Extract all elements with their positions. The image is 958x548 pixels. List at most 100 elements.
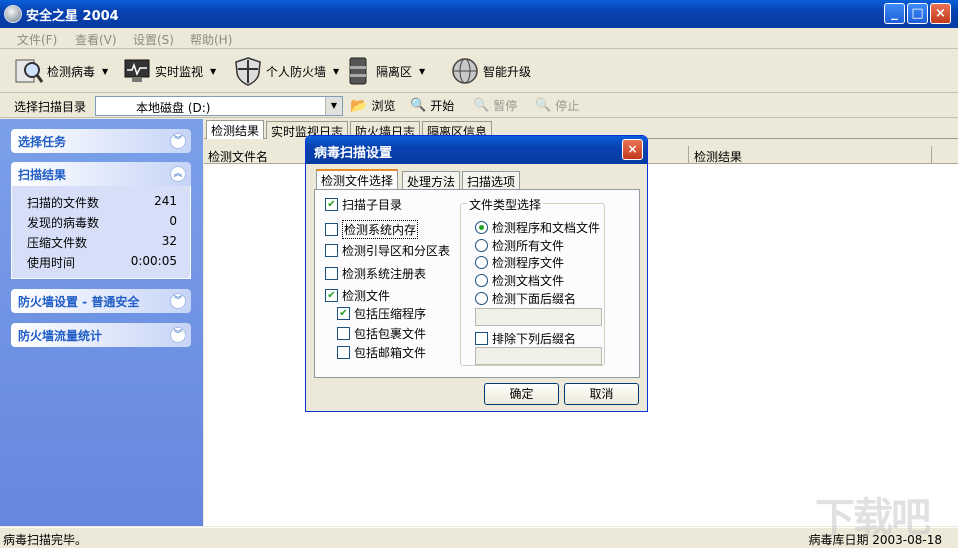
scan-bar: 选择扫描目录 本地磁盘 (D:) ▼ 📂 浏览 🔍 开始 🔍 暂停 🔍 停止 bbox=[0, 94, 958, 118]
chevron-down-icon[interactable]: ︾ bbox=[170, 293, 186, 309]
radio-dot bbox=[475, 221, 488, 234]
zip-label: 包括压缩程序 bbox=[354, 307, 427, 321]
column-divider[interactable] bbox=[688, 146, 689, 164]
custom-ext-input[interactable] bbox=[475, 308, 602, 326]
firewall-section-header[interactable]: 防火墙设置 - 普通安全 ︾ bbox=[11, 289, 191, 313]
pause-label: 暂停 bbox=[493, 99, 518, 113]
boot-checkbox[interactable]: 检测引导区和分区表 bbox=[325, 242, 450, 259]
chevron-down-icon[interactable]: ▼ bbox=[102, 67, 108, 76]
exclude-ext-checkbox[interactable]: 排除下列后缀名 bbox=[475, 330, 576, 347]
menu-view[interactable]: 查看(V) bbox=[75, 31, 117, 48]
menu-settings[interactable]: 设置(S) bbox=[133, 31, 174, 48]
start-button[interactable]: 🔍 开始 bbox=[410, 97, 454, 114]
registry-checkbox[interactable]: 检测系统注册表 bbox=[325, 265, 426, 282]
realtime-monitor-button[interactable]: 实时监视 ▼ bbox=[122, 54, 216, 88]
radio-dot bbox=[475, 239, 488, 252]
chevron-up-icon[interactable]: ︽ bbox=[170, 166, 186, 182]
minimize-button[interactable]: _ bbox=[884, 3, 905, 24]
results-section-header[interactable]: 扫描结果 ︽ bbox=[11, 162, 191, 186]
window-title: 安全之星 2004 bbox=[26, 9, 119, 24]
chevron-down-icon[interactable]: ▼ bbox=[210, 67, 216, 76]
scan-dir-label: 选择扫描目录 bbox=[14, 100, 87, 114]
checkbox-box bbox=[475, 332, 488, 345]
scan-dir-select[interactable]: 本地磁盘 (D:) ▼ bbox=[95, 96, 343, 116]
globe-icon bbox=[452, 58, 478, 84]
chevron-down-icon[interactable]: ▼ bbox=[333, 67, 339, 76]
title-bar: 安全之星 2004 _ □ × bbox=[0, 0, 958, 28]
task-section-header[interactable]: 选择任务 ︾ bbox=[11, 129, 191, 153]
files-checkbox[interactable]: ✔ 检测文件 bbox=[325, 287, 390, 304]
col-result[interactable]: 检测结果 bbox=[694, 148, 742, 165]
search-icon: 🔍 bbox=[473, 98, 490, 113]
menu-file[interactable]: 文件(F) bbox=[17, 31, 57, 48]
quarantine-label: 隔离区 bbox=[376, 64, 413, 79]
chevron-down-icon[interactable]: ︾ bbox=[170, 327, 186, 343]
memory-label: 检测系统内存 bbox=[342, 220, 419, 239]
upgrade-button[interactable]: 智能升级 bbox=[450, 54, 531, 88]
checkbox-box bbox=[325, 244, 338, 257]
menu-help[interactable]: 帮助(H) bbox=[190, 31, 232, 48]
tab-scan-options[interactable]: 扫描选项 bbox=[462, 171, 521, 189]
browse-button[interactable]: 📂 浏览 bbox=[350, 97, 395, 114]
stat-value: 0 bbox=[169, 214, 177, 228]
quarantine-button[interactable]: 隔离区 ▼ bbox=[343, 54, 425, 88]
cancel-button[interactable]: 取消 bbox=[564, 383, 639, 405]
zip-checkbox[interactable]: ✔ 包括压缩程序 bbox=[337, 305, 426, 322]
dialog-close-button[interactable]: × bbox=[622, 139, 643, 160]
maximize-button[interactable]: □ bbox=[907, 3, 928, 24]
firewall-button[interactable]: 个人防火墙 ▼ bbox=[233, 54, 339, 88]
radio-custom-ext[interactable]: 检测下面后缀名 bbox=[475, 290, 576, 307]
checkmark-icon: ✔ bbox=[325, 289, 338, 302]
checkbox-box bbox=[337, 346, 350, 359]
checkmark-icon: ✔ bbox=[337, 307, 350, 320]
registry-label: 检测系统注册表 bbox=[342, 267, 427, 281]
checkbox-box bbox=[325, 267, 338, 280]
subdir-label: 扫描子目录 bbox=[342, 198, 403, 212]
folder-open-icon: 📂 bbox=[350, 97, 368, 114]
scan-virus-button[interactable]: 检测病毒 ▼ bbox=[14, 54, 108, 88]
tab-file-selection[interactable]: 检测文件选择 bbox=[316, 169, 399, 190]
results-section-body: 扫描的文件数 241 发现的病毒数 0 压缩文件数 32 使用时间 0:00:0… bbox=[11, 186, 191, 279]
file-type-group-title: 文件类型选择 bbox=[467, 196, 544, 213]
watermark: 下载吧 bbox=[815, 495, 931, 541]
toolbar: 检测病毒 ▼ 实时监视 ▼ 个人防火墙 ▼ 隔离区 ▼ 智能升级 bbox=[0, 50, 958, 93]
exclude-ext-label: 排除下列后缀名 bbox=[492, 332, 577, 346]
firewall-section-title: 防火墙设置 - 普通安全 bbox=[18, 295, 140, 309]
browse-label: 浏览 bbox=[371, 99, 396, 113]
tab-handling[interactable]: 处理方法 bbox=[402, 171, 461, 189]
tab-results[interactable]: 检测结果 bbox=[206, 120, 265, 139]
radio-doc-files[interactable]: 检测文档文件 bbox=[475, 272, 564, 289]
radio-label: 检测文档文件 bbox=[492, 274, 565, 288]
column-divider[interactable] bbox=[931, 146, 932, 164]
stat-value: 32 bbox=[161, 234, 177, 248]
mail-checkbox[interactable]: 包括邮箱文件 bbox=[337, 344, 426, 361]
task-section-title: 选择任务 bbox=[18, 135, 67, 149]
chevron-down-icon[interactable]: ▼ bbox=[325, 97, 342, 115]
radio-label: 检测所有文件 bbox=[492, 239, 565, 253]
pause-button[interactable]: 🔍 暂停 bbox=[473, 97, 517, 114]
ok-button[interactable]: 确定 bbox=[484, 383, 559, 405]
exclude-ext-input[interactable] bbox=[475, 347, 602, 365]
checkbox-box bbox=[325, 223, 338, 236]
scan-dir-value: 本地磁盘 (D:) bbox=[136, 101, 211, 115]
radio-program-files[interactable]: 检测程序文件 bbox=[475, 254, 564, 271]
scan-settings-dialog: 病毒扫描设置 × 检测文件选择 处理方法 扫描选项 ✔ 扫描子目录 检测系统内存… bbox=[305, 135, 648, 412]
dialog-title: 病毒扫描设置 bbox=[314, 146, 393, 161]
subdir-checkbox[interactable]: ✔ 扫描子目录 bbox=[325, 196, 402, 213]
radio-all-files[interactable]: 检测所有文件 bbox=[475, 237, 564, 254]
stat-label: 使用时间 bbox=[27, 256, 76, 270]
traffic-section-header[interactable]: 防火墙流量统计 ︾ bbox=[11, 323, 191, 347]
stat-label: 压缩文件数 bbox=[27, 236, 88, 250]
radio-program-doc[interactable]: 检测程序和文档文件 bbox=[475, 219, 600, 236]
package-checkbox[interactable]: 包括包裹文件 bbox=[337, 325, 426, 342]
stop-label: 停止 bbox=[555, 99, 580, 113]
monitor-icon bbox=[124, 59, 150, 82]
chevron-down-icon[interactable]: ︾ bbox=[170, 133, 186, 149]
close-button[interactable]: × bbox=[930, 3, 951, 24]
col-file-name[interactable]: 检测文件名 bbox=[208, 148, 268, 165]
checkbox-box bbox=[337, 327, 350, 340]
shield-icon bbox=[235, 57, 261, 86]
stop-button[interactable]: 🔍 停止 bbox=[535, 97, 579, 114]
memory-checkbox[interactable]: 检测系统内存 bbox=[325, 220, 419, 239]
chevron-down-icon[interactable]: ▼ bbox=[419, 67, 425, 76]
